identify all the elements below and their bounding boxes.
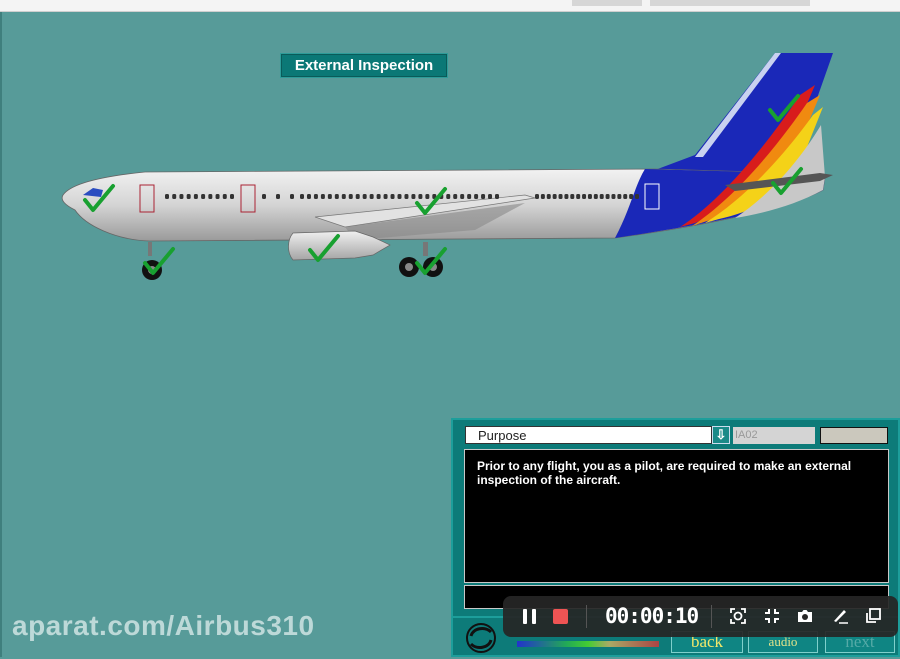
audio-level-meter [517, 641, 659, 647]
topic-select[interactable]: Purpose [465, 426, 712, 444]
lesson-code: IA02 [733, 427, 815, 444]
arrow-down-icon: ⇩ [715, 427, 727, 442]
pause-button[interactable] [523, 609, 537, 624]
camera-icon[interactable] [796, 607, 814, 625]
topic-dropdown-button[interactable]: ⇩ [712, 426, 730, 444]
host-toolbar [0, 0, 900, 12]
stop-button[interactable] [553, 609, 568, 624]
description-text: Prior to any flight, you as a pilot, are… [464, 449, 889, 583]
host-tab[interactable] [572, 0, 642, 6]
divider [711, 605, 712, 628]
divider [586, 605, 587, 628]
status-field [820, 427, 888, 444]
aircraft-diagram [61, 53, 833, 280]
screen-recorder-toolbar: 00:00:10 [503, 596, 898, 637]
annotate-pen-icon[interactable] [831, 607, 849, 625]
host-tab[interactable] [650, 0, 810, 6]
screenshot-region-icon[interactable] [729, 607, 747, 625]
watermark: aparat.com/Airbus310 [12, 610, 315, 641]
picture-in-picture-icon[interactable] [864, 607, 882, 625]
pause-icon [523, 609, 527, 624]
shrink-icon[interactable] [763, 607, 781, 625]
recording-timer: 00:00:10 [605, 604, 699, 628]
logo-icon [466, 623, 496, 653]
